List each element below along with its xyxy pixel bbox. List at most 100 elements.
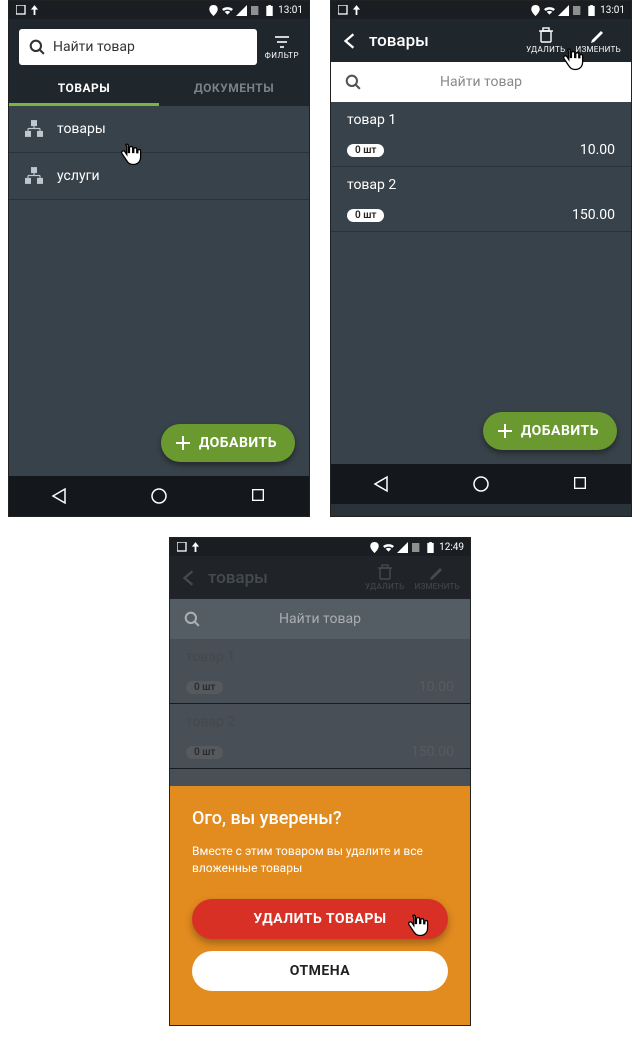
cursor-hand-icon (404, 913, 430, 943)
category-icon (25, 167, 43, 185)
tab-documents[interactable]: ДОКУМЕНТЫ (159, 71, 309, 106)
sim-icon (411, 542, 422, 553)
signal-icon (397, 542, 408, 553)
back-button[interactable] (341, 32, 359, 50)
screenshot-icon (15, 5, 26, 16)
cancel-button[interactable]: ОТМЕНА (192, 951, 448, 991)
search-placeholder: Найти товар (440, 74, 522, 90)
plus-icon (175, 435, 191, 451)
upload-icon (351, 5, 362, 16)
trash-icon (377, 564, 393, 580)
signal-icon (558, 5, 569, 16)
edit-action-label: ИЗМЕНИТЬ (575, 45, 621, 54)
nav-home[interactable] (150, 487, 168, 505)
android-navbar (331, 464, 631, 504)
screen-delete-confirm: 12:49 товары УДАЛИТЬ ИЗМЕНИТЬ Найти това… (169, 537, 471, 1026)
delete-action-label: УДАЛИТЬ (365, 582, 404, 591)
location-icon (369, 542, 380, 553)
nav-home[interactable] (472, 475, 490, 493)
clock: 12:49 (439, 542, 464, 553)
search-icon (29, 39, 45, 55)
screen-title: товары (369, 31, 516, 51)
add-button[interactable]: ДОБАВИТЬ (161, 424, 295, 462)
list-item[interactable]: товар 1 0 шт 10.00 (170, 639, 470, 704)
list-item[interactable]: товар 1 0 шт 10.00 (331, 102, 631, 167)
category-row-services[interactable]: услуги (9, 153, 309, 200)
add-button[interactable]: ДОБАВИТЬ (483, 412, 617, 450)
plus-icon (497, 423, 513, 439)
filter-icon (273, 35, 291, 49)
nav-back[interactable] (372, 475, 390, 493)
status-bar: 13:01 (9, 1, 309, 19)
battery-icon (264, 5, 275, 16)
signal-icon (236, 5, 247, 16)
back-button[interactable] (180, 569, 198, 587)
items-list: товар 1 0 шт 10.00 товар 2 0 шт 150.00 О… (170, 639, 470, 1025)
list-item[interactable]: товар 2 0 шт 150.00 (331, 167, 631, 232)
sim-icon (572, 5, 583, 16)
add-button-label: ДОБАВИТЬ (199, 435, 277, 451)
item-price: 150.00 (411, 744, 454, 760)
nav-recent[interactable] (250, 487, 268, 505)
items-list: товар 1 0 шт 10.00 товар 2 0 шт 150.00 Д… (331, 102, 631, 464)
dialog-body: Вместе с этим товаром вы удалите и все в… (192, 843, 448, 877)
item-price: 150.00 (572, 207, 615, 223)
pencil-icon (590, 27, 606, 43)
item-qty-badge: 0 шт (186, 681, 223, 694)
delete-action[interactable]: УДАЛИТЬ (365, 564, 404, 591)
filter-label: ФИЛЬТР (265, 51, 299, 60)
search-placeholder: Найти товар (279, 611, 361, 627)
delete-action-label: УДАЛИТЬ (526, 45, 565, 54)
item-price: 10.00 (419, 679, 454, 695)
confirm-delete-button[interactable]: УДАЛИТЬ ТОВАРЫ (192, 899, 448, 939)
search-input[interactable]: Найти товар (170, 599, 470, 639)
tab-products[interactable]: ТОВАРЫ (9, 71, 159, 106)
add-button-label: ДОБАВИТЬ (521, 423, 599, 439)
location-icon (208, 5, 219, 16)
item-qty-badge: 0 шт (186, 746, 223, 759)
category-label: товары (57, 121, 106, 137)
item-name: товар 2 (347, 177, 615, 193)
screen-title: товары (208, 568, 355, 588)
confirm-delete-label: УДАЛИТЬ ТОВАРЫ (253, 911, 386, 927)
delete-action[interactable]: УДАЛИТЬ (526, 27, 565, 54)
location-icon (530, 5, 541, 16)
edit-action-label: ИЗМЕНИТЬ (414, 582, 460, 591)
item-qty-badge: 0 шт (347, 144, 384, 157)
sim-icon (250, 5, 261, 16)
confirm-sheet: Ого, вы уверены? Вместе с этим товаром в… (170, 786, 470, 1025)
search-icon (184, 611, 200, 627)
pencil-icon (429, 564, 445, 580)
status-bar: 12:49 (170, 538, 470, 556)
search-input[interactable]: Найти товар (19, 29, 257, 65)
item-name: товар 1 (347, 112, 615, 128)
filter-button[interactable]: ФИЛЬТР (265, 35, 299, 60)
cancel-label: ОТМЕНА (290, 963, 350, 979)
search-input[interactable]: Найти товар (331, 62, 631, 102)
upload-icon (190, 542, 201, 553)
trash-icon (538, 27, 554, 43)
status-bar: 13:01 (331, 1, 631, 19)
nav-back[interactable] (50, 487, 68, 505)
battery-icon (586, 5, 597, 16)
screenshot-icon (176, 542, 187, 553)
android-navbar (9, 476, 309, 516)
tabs: ТОВАРЫ ДОКУМЕНТЫ (9, 71, 309, 106)
screenshot-icon (337, 5, 348, 16)
edit-action[interactable]: ИЗМЕНИТЬ (414, 564, 460, 591)
screen-categories: 13:01 Найти товар ФИЛЬТР ТОВАРЫ ДОКУМЕНТ… (8, 0, 310, 517)
item-name: товар 2 (186, 714, 454, 730)
search-icon (345, 74, 361, 90)
item-name: товар 1 (186, 649, 454, 665)
item-qty-badge: 0 шт (347, 209, 384, 222)
category-label: услуги (57, 168, 100, 184)
nav-recent[interactable] (572, 475, 590, 493)
edit-action[interactable]: ИЗМЕНИТЬ (575, 27, 621, 54)
category-row-products[interactable]: товары (9, 106, 309, 153)
battery-icon (425, 542, 436, 553)
screen-product-list: 13:01 товары УДАЛИТЬ ИЗМЕНИТЬ Найти това… (330, 0, 632, 517)
category-icon (25, 120, 43, 138)
wifi-icon (544, 5, 555, 16)
list-item[interactable]: товар 2 0 шт 150.00 (170, 704, 470, 769)
wifi-icon (222, 5, 233, 16)
